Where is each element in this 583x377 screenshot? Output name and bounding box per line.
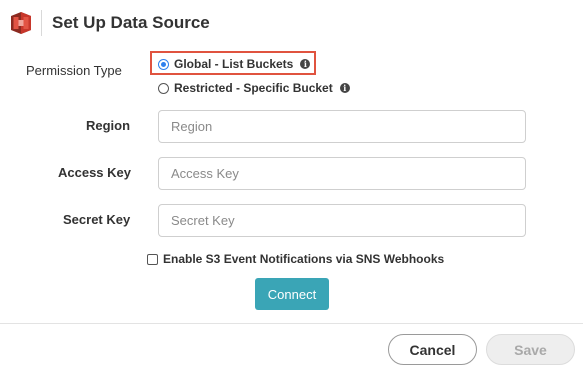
- header-divider: [41, 10, 42, 36]
- cancel-button[interactable]: Cancel: [388, 334, 477, 365]
- radio-label-restricted: Restricted - Specific Bucket: [174, 81, 333, 95]
- radio-button-checked[interactable]: [158, 58, 169, 70]
- sns-notifications-label: Enable S3 Event Notifications via SNS We…: [163, 252, 445, 266]
- radio-label-global: Global - List Buckets: [174, 57, 294, 71]
- region-input[interactable]: [158, 110, 526, 143]
- connect-button[interactable]: Connect: [255, 278, 329, 310]
- radio-global-list-buckets[interactable]: Global - List Buckets i: [158, 57, 311, 71]
- secret-key-input[interactable]: [158, 204, 526, 237]
- sns-notifications-checkbox[interactable]: [147, 253, 158, 265]
- dialog-header: Set Up Data Source: [0, 0, 583, 46]
- dialog-title: Set Up Data Source: [52, 13, 210, 32]
- permission-type-label: Permission Type: [26, 63, 122, 78]
- save-button[interactable]: Save: [486, 334, 575, 365]
- sns-notifications-option[interactable]: Enable S3 Event Notifications via SNS We…: [147, 252, 444, 266]
- info-icon[interactable]: i: [300, 59, 311, 69]
- access-key-input[interactable]: [158, 157, 526, 190]
- region-label: Region: [86, 118, 131, 133]
- radio-restricted-specific-bucket[interactable]: Restricted - Specific Bucket i: [158, 81, 350, 95]
- s3-bucket-icon: [11, 12, 31, 34]
- radio-button-unchecked[interactable]: [158, 82, 169, 94]
- secret-key-label: Secret Key: [63, 212, 131, 227]
- access-key-label: Access Key: [58, 165, 131, 180]
- footer-divider: [0, 323, 583, 324]
- info-icon[interactable]: i: [339, 83, 350, 93]
